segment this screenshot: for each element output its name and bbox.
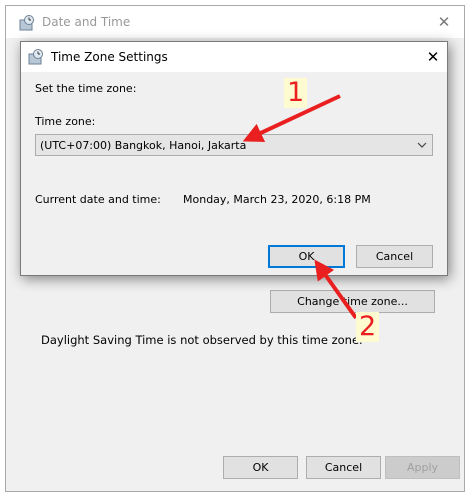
set-time-zone-label: Set the time zone: xyxy=(35,82,137,95)
step-1-label: 1 xyxy=(284,78,308,108)
change-time-zone-button[interactable]: Change time zone... xyxy=(270,290,435,313)
close-icon[interactable]: ✕ xyxy=(425,49,441,65)
current-datetime-value: Monday, March 23, 2020, 6:18 PM xyxy=(183,193,371,206)
time-zone-selected-value: (UTC+07:00) Bangkok, Hanoi, Jakarta xyxy=(40,139,247,152)
dst-info-text: Daylight Saving Time is not observed by … xyxy=(41,333,363,347)
step-2-label: 2 xyxy=(356,312,380,342)
dialog-title: Time Zone Settings xyxy=(51,50,168,64)
outer-cancel-button[interactable]: Cancel xyxy=(306,456,381,479)
dialog-ok-button[interactable]: OK xyxy=(268,245,345,268)
dialog-titlebar: Time Zone Settings ✕ xyxy=(21,42,447,72)
time-zone-dropdown[interactable]: (UTC+07:00) Bangkok, Hanoi, Jakarta xyxy=(35,134,433,156)
clock-globe-icon xyxy=(19,15,35,31)
outer-titlebar: Date and Time ✕ xyxy=(6,6,464,38)
outer-window-title: Date and Time xyxy=(42,15,131,29)
apply-button[interactable]: Apply xyxy=(385,456,460,479)
current-datetime-label: Current date and time: xyxy=(35,193,161,206)
dialog-cancel-button[interactable]: Cancel xyxy=(356,245,433,268)
time-zone-label: Time zone: xyxy=(35,115,96,128)
outer-ok-button[interactable]: OK xyxy=(223,456,298,479)
chevron-down-icon xyxy=(417,138,427,155)
time-zone-settings-dialog: Time Zone Settings ✕ Set the time zone: … xyxy=(20,41,448,276)
clock-globe-icon xyxy=(28,49,44,65)
close-icon[interactable]: ✕ xyxy=(436,14,452,30)
